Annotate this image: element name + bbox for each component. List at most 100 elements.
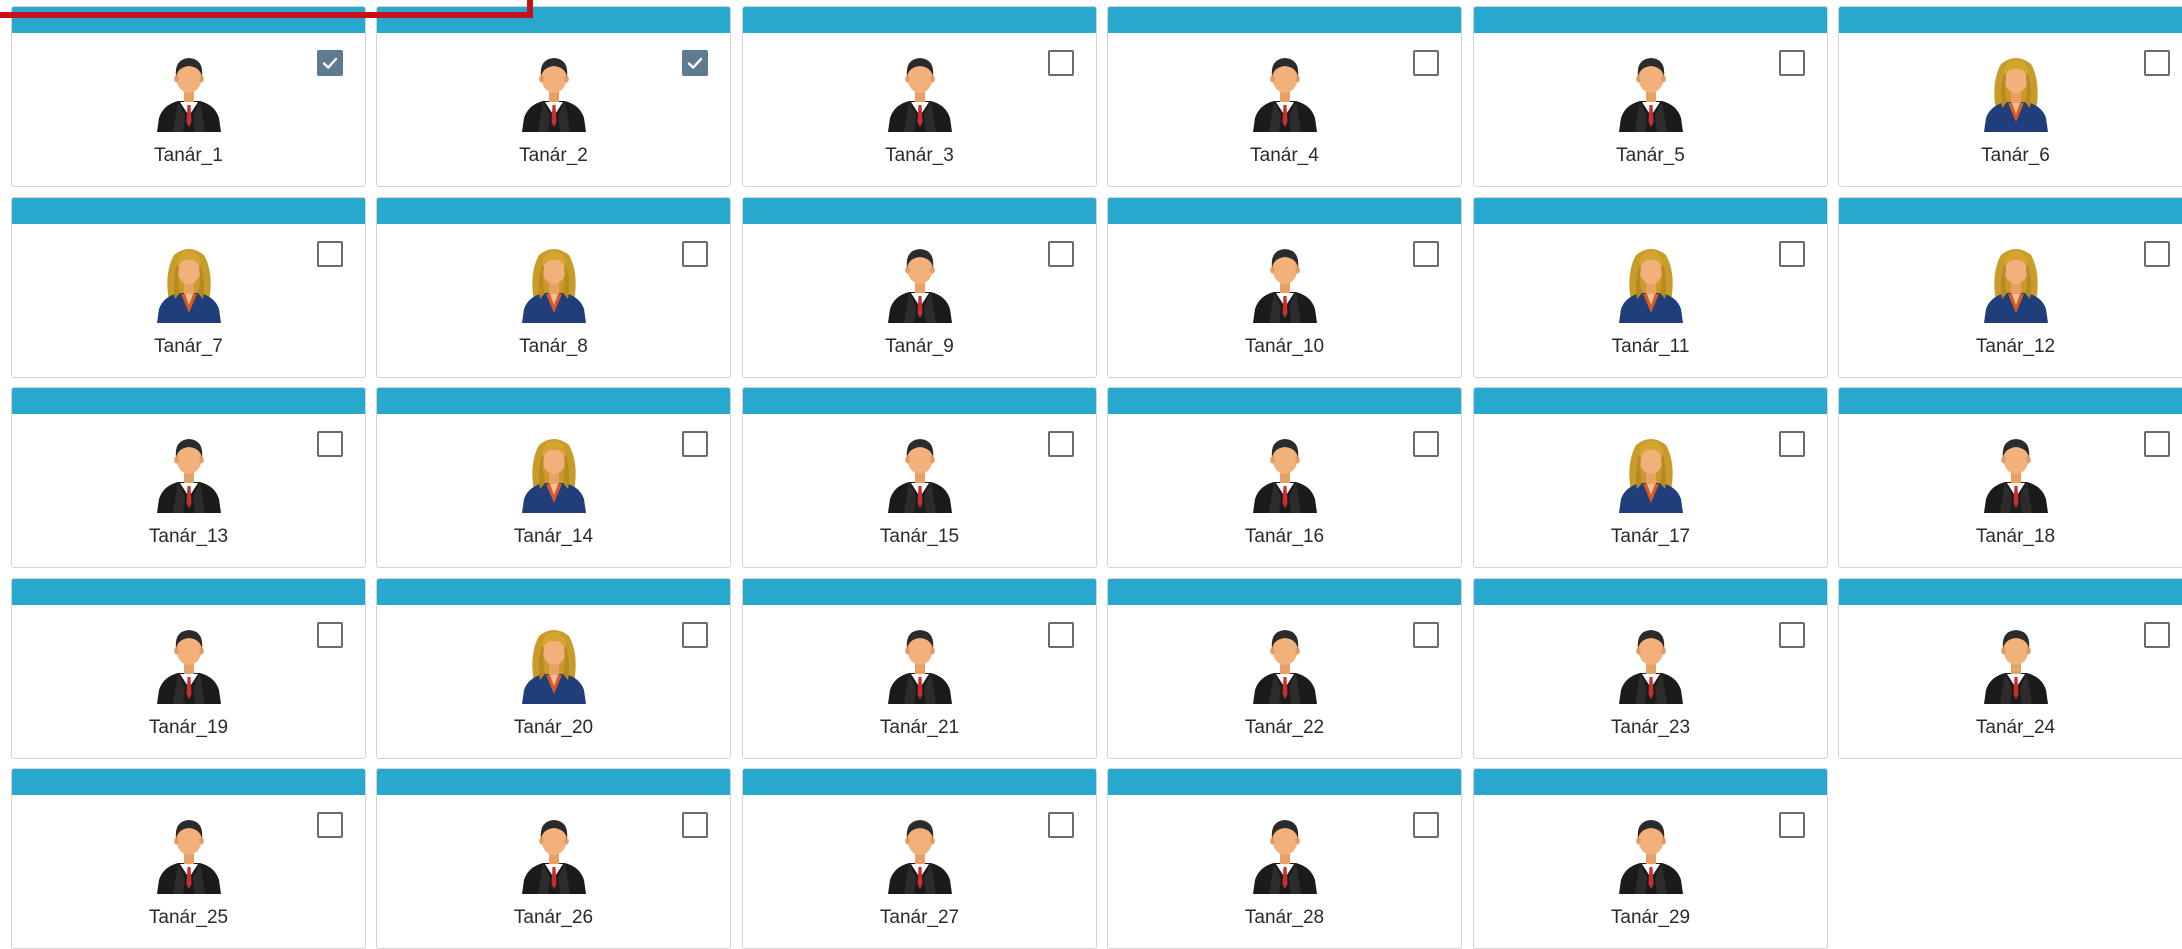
teacher-name: Tanár_12 bbox=[1975, 336, 2056, 357]
select-checkbox[interactable] bbox=[1048, 622, 1074, 648]
card-header-bar bbox=[1474, 388, 1827, 414]
select-checkbox[interactable] bbox=[1413, 622, 1439, 648]
teacher-name: Tanár_28 bbox=[1244, 907, 1325, 928]
select-checkbox[interactable] bbox=[317, 622, 343, 648]
teacher-name: Tanár_2 bbox=[519, 145, 588, 166]
teacher-card-11[interactable]: Tanár_11 bbox=[1473, 197, 1828, 378]
teacher-card-6[interactable]: Tanár_6 bbox=[1838, 6, 2182, 187]
card-header-bar bbox=[1839, 7, 2182, 33]
card-header-bar bbox=[1839, 579, 2182, 605]
teacher-card-19[interactable]: Tanár_19 bbox=[11, 578, 366, 759]
select-checkbox[interactable] bbox=[317, 812, 343, 838]
teacher-card-10[interactable]: Tanár_10 bbox=[1107, 197, 1462, 378]
male-teacher-icon bbox=[885, 243, 955, 323]
card-header-bar bbox=[12, 579, 365, 605]
card-header-bar bbox=[1108, 7, 1461, 33]
teacher-card-28[interactable]: Tanár_28 bbox=[1107, 768, 1462, 949]
teacher-name: Tanár_10 bbox=[1244, 336, 1325, 357]
select-checkbox[interactable] bbox=[682, 241, 708, 267]
select-checkbox[interactable] bbox=[1413, 50, 1439, 76]
select-checkbox[interactable] bbox=[1048, 241, 1074, 267]
teacher-name: Tanár_3 bbox=[885, 145, 954, 166]
select-checkbox[interactable] bbox=[1048, 50, 1074, 76]
select-checkbox[interactable] bbox=[1413, 812, 1439, 838]
male-teacher-icon bbox=[1616, 52, 1686, 132]
teacher-card-22[interactable]: Tanár_22 bbox=[1107, 578, 1462, 759]
select-checkbox[interactable] bbox=[1413, 431, 1439, 457]
select-checkbox[interactable] bbox=[1048, 431, 1074, 457]
teacher-card-26[interactable]: Tanár_26 bbox=[376, 768, 731, 949]
checkmark-icon bbox=[687, 57, 703, 69]
teacher-card-5[interactable]: Tanár_5 bbox=[1473, 6, 1828, 187]
select-checkbox[interactable] bbox=[1779, 812, 1805, 838]
teacher-name: Tanár_4 bbox=[1250, 145, 1319, 166]
teacher-card-14[interactable]: Tanár_14 bbox=[376, 387, 731, 568]
teacher-card-13[interactable]: Tanár_13 bbox=[11, 387, 366, 568]
teacher-name: Tanár_16 bbox=[1244, 526, 1325, 547]
male-teacher-icon bbox=[519, 814, 589, 894]
teacher-card-15[interactable]: Tanár_15 bbox=[742, 387, 1097, 568]
teacher-card-25[interactable]: Tanár_25 bbox=[11, 768, 366, 949]
select-checkbox[interactable] bbox=[2144, 241, 2170, 267]
teacher-name: Tanár_14 bbox=[513, 526, 594, 547]
select-checkbox[interactable] bbox=[1779, 241, 1805, 267]
male-teacher-icon bbox=[154, 433, 224, 513]
select-checkbox[interactable] bbox=[682, 622, 708, 648]
teacher-card-27[interactable]: Tanár_27 bbox=[742, 768, 1097, 949]
card-header-bar bbox=[1839, 198, 2182, 224]
teacher-name: Tanár_5 bbox=[1616, 145, 1685, 166]
teacher-card-1[interactable]: Tanár_1 bbox=[11, 6, 366, 187]
teacher-card-20[interactable]: Tanár_20 bbox=[376, 578, 731, 759]
male-teacher-icon bbox=[885, 624, 955, 704]
select-checkbox[interactable] bbox=[1048, 812, 1074, 838]
card-header-bar bbox=[1839, 388, 2182, 414]
teacher-card-18[interactable]: Tanár_18 bbox=[1838, 387, 2182, 568]
select-checkbox[interactable] bbox=[2144, 622, 2170, 648]
male-teacher-icon bbox=[1981, 624, 2051, 704]
teacher-card-9[interactable]: Tanár_9 bbox=[742, 197, 1097, 378]
teacher-card-12[interactable]: Tanár_12 bbox=[1838, 197, 2182, 378]
select-checkbox[interactable] bbox=[682, 431, 708, 457]
select-checkbox[interactable] bbox=[317, 431, 343, 457]
teacher-name: Tanár_17 bbox=[1610, 526, 1691, 547]
teacher-name: Tanár_15 bbox=[879, 526, 960, 547]
select-checkbox[interactable] bbox=[317, 241, 343, 267]
male-teacher-icon bbox=[519, 52, 589, 132]
select-checkbox[interactable] bbox=[2144, 50, 2170, 76]
teacher-card-24[interactable]: Tanár_24 bbox=[1838, 578, 2182, 759]
teacher-card-21[interactable]: Tanár_21 bbox=[742, 578, 1097, 759]
teacher-name: Tanár_7 bbox=[154, 336, 223, 357]
teacher-name: Tanár_23 bbox=[1610, 717, 1691, 738]
male-teacher-icon bbox=[1250, 814, 1320, 894]
select-checkbox[interactable] bbox=[1779, 431, 1805, 457]
male-teacher-icon bbox=[1981, 433, 2051, 513]
female-teacher-icon bbox=[1616, 243, 1686, 323]
card-header-bar bbox=[377, 388, 730, 414]
teacher-card-3[interactable]: Tanár_3 bbox=[742, 6, 1097, 187]
female-teacher-icon bbox=[519, 433, 589, 513]
select-checkbox[interactable] bbox=[1779, 622, 1805, 648]
select-checkbox[interactable] bbox=[1413, 241, 1439, 267]
teacher-name: Tanár_6 bbox=[1981, 145, 2050, 166]
teacher-card-4[interactable]: Tanár_4 bbox=[1107, 6, 1462, 187]
teacher-name: Tanár_26 bbox=[513, 907, 594, 928]
teacher-card-29[interactable]: Tanár_29 bbox=[1473, 768, 1828, 949]
card-header-bar bbox=[743, 388, 1096, 414]
card-header-bar bbox=[1108, 769, 1461, 795]
teacher-name: Tanár_20 bbox=[513, 717, 594, 738]
teacher-card-2[interactable]: Tanár_2 bbox=[376, 6, 731, 187]
card-header-bar bbox=[12, 198, 365, 224]
card-header-bar bbox=[377, 198, 730, 224]
teacher-card-23[interactable]: Tanár_23 bbox=[1473, 578, 1828, 759]
select-checkbox[interactable] bbox=[682, 812, 708, 838]
select-checkbox[interactable] bbox=[317, 50, 343, 76]
teacher-card-17[interactable]: Tanár_17 bbox=[1473, 387, 1828, 568]
select-checkbox[interactable] bbox=[2144, 431, 2170, 457]
teacher-card-16[interactable]: Tanár_16 bbox=[1107, 387, 1462, 568]
female-teacher-icon bbox=[519, 243, 589, 323]
select-checkbox[interactable] bbox=[682, 50, 708, 76]
select-checkbox[interactable] bbox=[1779, 50, 1805, 76]
teacher-card-8[interactable]: Tanár_8 bbox=[376, 197, 731, 378]
teacher-card-7[interactable]: Tanár_7 bbox=[11, 197, 366, 378]
teacher-name: Tanár_1 bbox=[154, 145, 223, 166]
